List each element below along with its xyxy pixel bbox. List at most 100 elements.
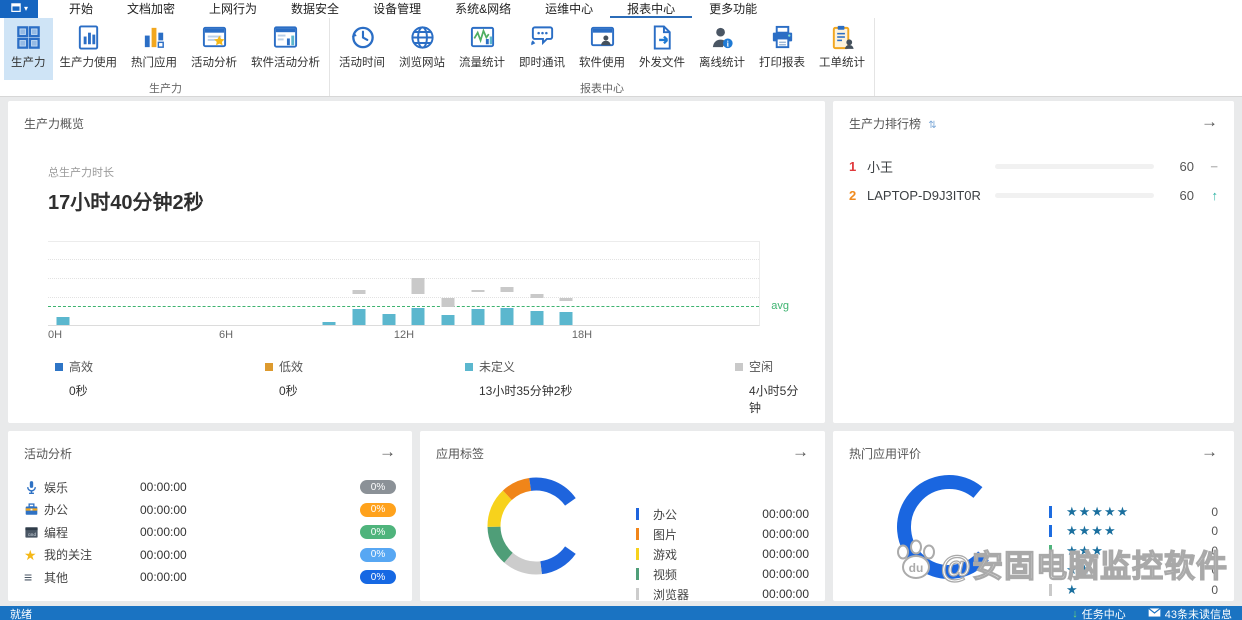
printer-icon — [768, 23, 796, 51]
window-icon — [10, 2, 22, 17]
menu-tab-上网行为[interactable]: 上网行为 — [192, 0, 274, 18]
menu-tab-文档加密[interactable]: 文档加密 — [110, 0, 192, 18]
menu-tab-数据安全[interactable]: 数据安全 — [274, 0, 356, 18]
ribbon-button-热门应用[interactable]: 热门应用 — [124, 18, 184, 80]
legend-tick — [1049, 584, 1052, 596]
menu-tab-开始[interactable]: 开始 — [52, 0, 110, 18]
rating-count: 0 — [1211, 563, 1218, 577]
traffic-chart-icon — [468, 23, 496, 51]
ribbon-button-工单统计[interactable]: 工单统计 — [812, 18, 872, 80]
activity-time: 00:00:00 — [140, 480, 260, 494]
app-tag-legend-row-浏览器[interactable]: 浏览器00:00:00 — [636, 584, 809, 604]
ribbon-button-活动时间[interactable]: 活动时间 — [332, 18, 392, 80]
tag-label: 浏览器 — [653, 586, 689, 603]
ribbon-button-软件活动分析[interactable]: 软件活动分析 — [244, 18, 327, 80]
star-icon: ★ — [24, 548, 44, 562]
app-tag-legend-row-办公[interactable]: 办公00:00:00 — [636, 504, 809, 524]
ribbon-button-浏览网站[interactable]: 浏览网站 — [392, 18, 452, 80]
ribbon-button-生产力[interactable]: 生产力 — [4, 18, 53, 80]
rating-row-3-stars[interactable]: ★★★0 — [1049, 541, 1218, 561]
bar-undefined-hour-12 — [412, 308, 425, 325]
bar-idle-hour-13 — [441, 298, 454, 307]
history-clock-icon — [348, 23, 376, 51]
activity-label: 办公 — [44, 501, 140, 518]
score-value: 60 — [1168, 159, 1194, 174]
legend-item-高效: 高效0秒 — [55, 358, 93, 399]
legend-tick — [636, 508, 639, 520]
rating-row-4-stars[interactable]: ★★★★0 — [1049, 522, 1218, 542]
app-menu-button[interactable]: ▾ — [0, 0, 38, 18]
open-arrow-icon[interactable]: → — [379, 443, 396, 460]
app-tag-legend-row-图片[interactable]: 图片00:00:00 — [636, 524, 809, 544]
ribbon-button-活动分析[interactable]: 活动分析 — [184, 18, 244, 80]
activity-row-办公[interactable]: 办公00:00:000% — [24, 499, 396, 522]
rating-row-2-stars[interactable]: ★★0 — [1049, 561, 1218, 581]
sort-icon[interactable]: ⇅ — [928, 120, 936, 131]
bar-undefined-hour-14 — [471, 309, 484, 325]
panel-title: 活动分析 — [24, 445, 396, 462]
activity-row-娱乐[interactable]: 娱乐00:00:000% — [24, 476, 396, 499]
activity-label: 我的关注 — [44, 546, 140, 563]
panel-app-tags: 应用标签 → 办公00:00:00图片00:00:00游戏00:00:00视频0… — [420, 431, 825, 601]
ribbon-button-label: 生产力使用 — [60, 54, 118, 70]
open-arrow-icon[interactable]: → — [1201, 443, 1218, 460]
ribbon-button-生产力使用[interactable]: 生产力使用 — [53, 18, 125, 80]
ranking-row[interactable]: 2LAPTOP-D9J3IT0R60↑ — [849, 181, 1218, 210]
x-axis-tick: 12H — [394, 329, 414, 341]
ribbon-button-打印报表[interactable]: 打印报表 — [752, 18, 812, 80]
bar-undefined-hour-15 — [501, 308, 514, 325]
app-window: ▾ 开始文档加密上网行为数据安全设备管理系统&网络运维中心报表中心更多功能 生产… — [0, 0, 1242, 620]
total-productivity: 总生产力时长 17小时40分钟2秒 — [48, 164, 809, 215]
tag-time: 00:00:00 — [762, 547, 809, 561]
app-tags-content: 办公00:00:00图片00:00:00游戏00:00:00视频00:00:00… — [436, 466, 809, 604]
activity-row-其他[interactable]: ≡其他00:00:000% — [24, 566, 396, 589]
rating-row-5-stars[interactable]: ★★★★★0 — [1049, 502, 1218, 522]
menu-tab-运维中心[interactable]: 运维中心 — [528, 0, 610, 18]
open-arrow-icon[interactable]: → — [792, 443, 809, 460]
legend-tick — [636, 588, 639, 600]
unread-messages-button[interactable]: 43条未读信息 — [1148, 606, 1232, 620]
legend-label: 低效 — [279, 360, 303, 374]
menu-tab-报表中心[interactable]: 报表中心 — [610, 0, 692, 18]
menu-tab-更多功能[interactable]: 更多功能 — [692, 0, 774, 18]
ribbon-group-label: 生产力 — [4, 80, 327, 96]
activity-row-编程[interactable]: cmd编程00:00:000% — [24, 521, 396, 544]
ribbon-button-label: 离线统计 — [699, 54, 745, 70]
panel-title: 热门应用评价 — [849, 445, 1218, 462]
legend-value: 4小时5分钟 — [749, 382, 809, 416]
bar-idle-hour-10 — [353, 290, 366, 294]
status-right: ↓ 任务中心 43条未读信息 — [1072, 606, 1232, 620]
ribbon-button-软件使用[interactable]: 软件使用 — [572, 18, 632, 80]
ribbon-button-外发文件[interactable]: 外发文件 — [632, 18, 692, 80]
app-tags-legend: 办公00:00:00图片00:00:00游戏00:00:00视频00:00:00… — [636, 466, 809, 604]
legend-tick — [1049, 506, 1052, 518]
activity-row-我的关注[interactable]: ★我的关注00:00:000% — [24, 544, 396, 567]
ribbon-group-label: 报表中心 — [332, 80, 872, 96]
menu-tabs: 开始文档加密上网行为数据安全设备管理系统&网络运维中心报表中心更多功能 — [52, 0, 774, 18]
legend-tick — [636, 548, 639, 560]
ribbon-button-即时通讯[interactable]: 即时通讯 — [512, 18, 572, 80]
menu-tab-系统&网络[interactable]: 系统&网络 — [438, 0, 528, 18]
rating-row-1-stars[interactable]: ★0 — [1049, 580, 1218, 600]
ranking-row[interactable]: 1小王60− — [849, 152, 1218, 181]
unread-label: 43条未读信息 — [1165, 606, 1232, 620]
activity-time: 00:00:00 — [140, 503, 260, 517]
menu-bar: ▾ 开始文档加密上网行为数据安全设备管理系统&网络运维中心报表中心更多功能 — [0, 0, 1242, 18]
open-arrow-icon[interactable]: → — [1201, 113, 1218, 130]
task-center-button[interactable]: ↓ 任务中心 — [1072, 606, 1126, 620]
stars-icon: ★★★ — [1066, 543, 1104, 559]
ribbon-button-离线统计[interactable]: i离线统计 — [692, 18, 752, 80]
menu-tab-设备管理[interactable]: 设备管理 — [356, 0, 438, 18]
ribbon-button-label: 打印报表 — [759, 54, 805, 70]
microphone-icon — [24, 480, 44, 495]
app-tag-legend-row-视频[interactable]: 视频00:00:00 — [636, 564, 809, 584]
ribbon-group-生产力: 生产力生产力使用热门应用活动分析软件活动分析生产力 — [2, 18, 330, 96]
x-axis-tick: 6H — [219, 329, 233, 341]
legend-item-低效: 低效0秒 — [265, 358, 303, 399]
app-tag-legend-row-游戏[interactable]: 游戏00:00:00 — [636, 544, 809, 564]
ribbon-button-流量统计[interactable]: 流量统计 — [452, 18, 512, 80]
panel-productivity-overview: 生产力概览 总生产力时长 17小时40分钟2秒 avg 0H6H12H18H 高… — [8, 101, 825, 423]
rank-number: 1 — [849, 159, 867, 174]
legend-value: 0秒 — [69, 382, 93, 399]
globe-icon — [408, 23, 436, 51]
